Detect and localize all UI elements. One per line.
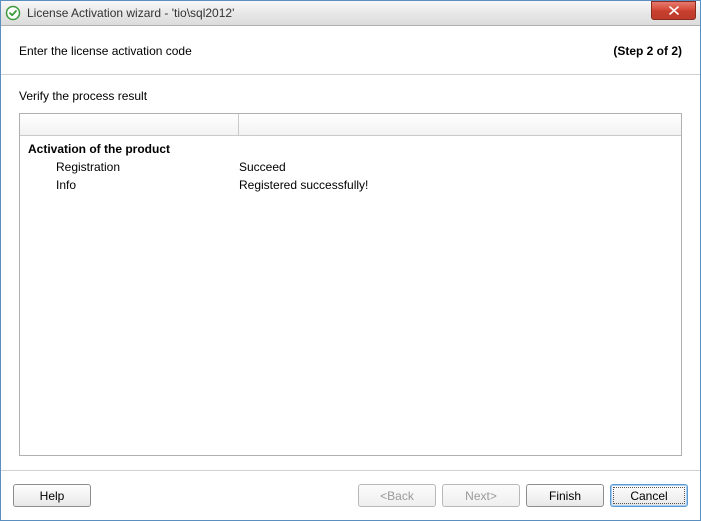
results-panel: Activation of the product Registration S… (19, 113, 682, 456)
help-button[interactable]: Help (13, 484, 91, 507)
wizard-window: License Activation wizard - 'tio\sql2012… (0, 0, 701, 521)
header-instruction: Enter the license activation code (19, 44, 192, 58)
results-body: Activation of the product Registration S… (20, 136, 681, 455)
app-icon (5, 5, 21, 21)
results-header-col1 (20, 114, 239, 135)
cancel-button[interactable]: Cancel (610, 484, 688, 507)
next-button: Next> (442, 484, 520, 507)
finish-button[interactable]: Finish (526, 484, 604, 507)
result-value: Succeed (239, 158, 673, 176)
back-button: <Back (358, 484, 436, 507)
result-value: Registered successfully! (239, 176, 673, 194)
titlebar: License Activation wizard - 'tio\sql2012… (1, 1, 700, 26)
spacer (1, 456, 700, 470)
table-row: Registration Succeed (28, 158, 673, 176)
content-area: Verify the process result Activation of … (1, 75, 700, 456)
footer: Help <Back Next> Finish Cancel (1, 470, 700, 520)
result-key: Registration (28, 158, 239, 176)
results-header (20, 114, 681, 136)
table-row: Info Registered successfully! (28, 176, 673, 194)
header-step: (Step 2 of 2) (613, 44, 682, 58)
result-key: Info (28, 176, 239, 194)
section-title: Activation of the product (28, 142, 673, 156)
close-button[interactable] (651, 1, 696, 20)
close-icon (669, 6, 679, 15)
wizard-header: Enter the license activation code (Step … (1, 26, 700, 74)
verify-label: Verify the process result (19, 89, 682, 103)
window-title: License Activation wizard - 'tio\sql2012… (25, 6, 651, 20)
results-header-col2 (239, 114, 681, 135)
